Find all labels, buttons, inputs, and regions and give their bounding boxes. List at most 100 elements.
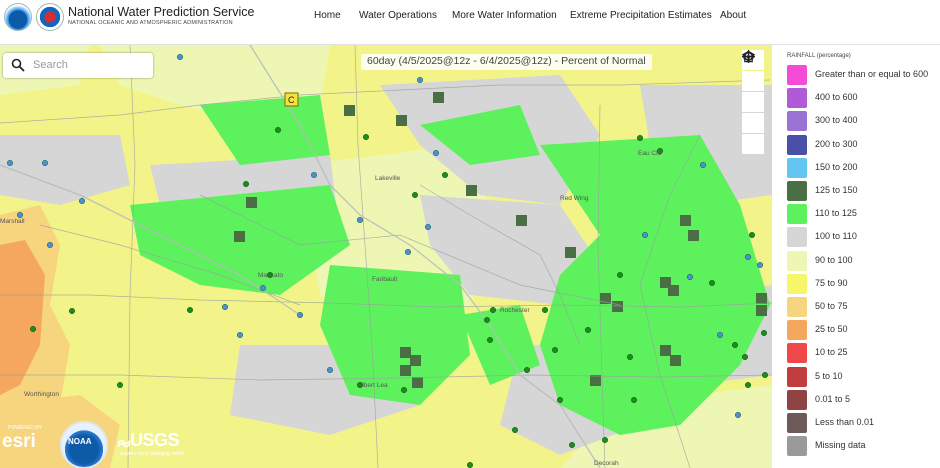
- legend-item: 25 to 50: [787, 320, 937, 341]
- legend-label: 125 to 150: [815, 185, 858, 195]
- legend-item: 300 to 400: [787, 111, 937, 132]
- legend-label: 10 to 25: [815, 347, 848, 358]
- legend-swatch: [787, 204, 807, 225]
- gauge-marker[interactable]: [260, 284, 267, 291]
- map-title: 60day (4/5/2025@12z - 6/4/2025@12z) - Pe…: [361, 54, 652, 70]
- zoom-out-icon[interactable]: [742, 55, 764, 112]
- gauge-marker[interactable]: [242, 180, 249, 187]
- gauge-marker[interactable]: [78, 197, 85, 204]
- gauge-marker[interactable]: [297, 312, 304, 319]
- gauge-marker[interactable]: [17, 211, 24, 218]
- legend-label: 200 to 300: [815, 138, 858, 149]
- gauge-marker[interactable]: [709, 279, 716, 286]
- zoom-in-icon[interactable]: [742, 51, 764, 91]
- noaa-logo[interactable]: [4, 3, 32, 31]
- search-input[interactable]: [33, 57, 143, 73]
- gauge-marker[interactable]: [687, 273, 694, 280]
- legend-item: Less than 0.01: [787, 413, 937, 433]
- gauge-marker[interactable]: [745, 253, 752, 260]
- nav-home[interactable]: Home: [314, 10, 341, 21]
- gauge-marker[interactable]: [68, 308, 75, 315]
- gauge-marker[interactable]: [735, 412, 742, 419]
- legend-item: Greater than or equal to 600: [787, 65, 937, 85]
- gauge-marker[interactable]: [642, 231, 649, 238]
- gauge-marker[interactable]: [186, 307, 193, 314]
- gauge-marker[interactable]: [484, 317, 491, 324]
- legend-item: 125 to 150: [787, 181, 937, 201]
- usgs-logo: USGS science for a changing world: [118, 430, 184, 457]
- gauge-marker[interactable]: [631, 397, 638, 404]
- nav-more-water-information[interactable]: More Water Information: [452, 10, 557, 21]
- gauge-marker[interactable]: [487, 337, 494, 344]
- gauge-marker[interactable]: [311, 171, 318, 178]
- nav-extreme-precipitation[interactable]: Extreme Precipitation Estimates: [570, 10, 712, 21]
- gauge-marker[interactable]: [745, 382, 752, 389]
- site-title[interactable]: National Water Prediction Service: [68, 5, 254, 19]
- gauge-marker[interactable]: [442, 171, 449, 178]
- gauge-marker[interactable]: [275, 126, 282, 133]
- rainfall-map[interactable]: C Eau Cla Lakeville Faribault Mankato Roches…: [0, 45, 772, 468]
- rainfall-raster[interactable]: C Eau Cla Lakeville Faribault Mankato Roches…: [0, 45, 772, 468]
- gauge-marker[interactable]: [602, 437, 609, 444]
- legend-item: 400 to 600: [787, 88, 937, 109]
- legend-swatch: [787, 250, 807, 271]
- home-icon[interactable]: [742, 50, 764, 133]
- legend-item: Missing data: [787, 436, 937, 457]
- gauge-marker[interactable]: [6, 159, 13, 166]
- gauge-marker[interactable]: [700, 161, 707, 168]
- nav-about[interactable]: About: [720, 10, 746, 21]
- gauge-marker[interactable]: [542, 307, 549, 314]
- gauge-marker[interactable]: [627, 354, 634, 361]
- gauge-marker[interactable]: [524, 367, 531, 374]
- gauge-marker[interactable]: [732, 342, 739, 349]
- legend-swatch: [787, 320, 807, 341]
- gauge-marker[interactable]: [176, 53, 183, 60]
- gauge-marker[interactable]: [762, 372, 769, 379]
- gauge-marker[interactable]: [749, 231, 756, 238]
- gauge-marker[interactable]: [405, 248, 412, 255]
- gauge-marker[interactable]: [617, 271, 624, 278]
- gauge-marker[interactable]: [761, 330, 768, 337]
- legend-swatch: [787, 65, 807, 85]
- legend-item: 200 to 300: [787, 134, 937, 155]
- gauge-marker[interactable]: [717, 332, 724, 339]
- gauge-marker[interactable]: [363, 133, 370, 140]
- legend-swatch: [787, 181, 807, 201]
- gauge-marker[interactable]: [327, 367, 334, 374]
- gauge-marker[interactable]: [401, 387, 408, 394]
- gauge-marker[interactable]: [467, 462, 473, 468]
- place-label: Faribault: [372, 276, 397, 283]
- gauge-marker[interactable]: [433, 149, 440, 156]
- gauge-marker[interactable]: [757, 261, 764, 268]
- legend-item: 0.01 to 5: [787, 389, 937, 410]
- gauge-marker[interactable]: [637, 134, 644, 141]
- search-icon[interactable]: [11, 58, 25, 72]
- gauge-marker[interactable]: [552, 347, 559, 354]
- gauge-marker[interactable]: [412, 191, 419, 198]
- gauge-marker[interactable]: [742, 354, 749, 361]
- gauge-marker[interactable]: [490, 307, 497, 314]
- gauge-marker[interactable]: [585, 327, 592, 334]
- gauge-marker[interactable]: [512, 427, 519, 434]
- legend-label: Less than 0.01: [815, 417, 875, 427]
- gauge-marker[interactable]: [417, 77, 424, 84]
- legend-swatch: [787, 157, 807, 178]
- nav-water-operations[interactable]: Water Operations: [359, 10, 437, 21]
- legend-label: 100 to 110: [815, 231, 857, 242]
- gauge-marker[interactable]: [569, 442, 576, 449]
- gauge-marker[interactable]: [425, 223, 432, 230]
- gauge-marker[interactable]: [30, 326, 37, 333]
- legend-swatch: [787, 227, 807, 248]
- layers-icon[interactable]: [742, 50, 764, 154]
- gauge-marker[interactable]: [357, 216, 364, 223]
- gauge-marker[interactable]: [116, 382, 123, 389]
- legend-item: 150 to 200: [787, 157, 937, 178]
- gauge-marker[interactable]: [236, 332, 243, 339]
- place-label: Lakeville: [375, 175, 401, 182]
- gauge-marker[interactable]: [557, 397, 564, 404]
- gauge-marker[interactable]: [221, 304, 228, 311]
- search-box[interactable]: [3, 53, 153, 78]
- gauge-marker[interactable]: [42, 159, 49, 166]
- gauge-marker[interactable]: [47, 241, 54, 248]
- nws-logo[interactable]: [36, 3, 64, 31]
